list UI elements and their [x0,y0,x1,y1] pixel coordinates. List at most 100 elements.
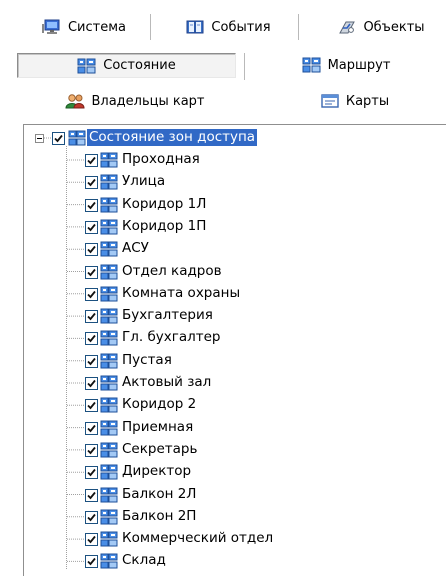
check-icon [87,558,96,566]
zone-checkbox[interactable] [85,154,98,167]
check-icon [87,179,96,187]
zone-checkbox[interactable] [85,332,98,346]
zone-icon [100,308,118,324]
card-icon [320,93,340,109]
system-label: Система [67,19,127,35]
check-icon [87,446,96,455]
objects-button[interactable]: Объекты [325,15,437,39]
zone-checkbox[interactable] [85,198,98,212]
zone-icon [100,353,118,369]
collapse-toggle[interactable] [35,134,44,143]
zone-checkbox[interactable] [85,220,98,234]
zone-icon [100,264,118,280]
card-owners-button[interactable]: Владельцы карт [50,89,220,113]
child-connectors [67,159,84,562]
tree-item-label[interactable]: Отдел кадров [120,263,224,280]
events-button[interactable]: События [173,15,283,39]
tree-item-label[interactable]: Коридор 1П [120,218,208,235]
tree-item-label[interactable]: Актовый зал [120,374,213,391]
tree-item-label[interactable]: Проходная [120,151,202,168]
check-icon [87,268,96,276]
zone-checkbox[interactable] [85,399,98,413]
zone-icon [302,57,322,73]
zone-checkbox[interactable] [85,488,98,502]
app-window: Система События Объекты Состояние Маршру… [0,0,446,576]
access-zone-tree: Состояние зон доступа Проходная Улица Кори… [23,124,446,576]
zone-icon [100,420,118,436]
card-owners-label: Владельцы карт [91,93,205,109]
toolbar-separator [244,53,246,80]
state-button[interactable]: Состояние [17,53,236,78]
zone-checkbox[interactable] [85,466,98,480]
state-label: Состояние [103,58,176,73]
system-button[interactable]: Система [34,15,134,39]
tree-item-label[interactable]: Приемная [120,419,195,436]
zone-checkbox[interactable] [85,421,98,435]
tree-item-label[interactable]: Склад [120,552,168,569]
zone-icon [100,152,118,168]
tree-item-label[interactable]: Коридор 2 [120,396,198,413]
check-icon [87,424,96,432]
check-icon [87,201,96,209]
tree-item-label[interactable]: Балкон 2Л [120,486,198,503]
users-icon [65,93,85,109]
zone-icon [100,397,118,413]
tree-item-label[interactable]: Гл. бухгалтер [120,329,222,346]
zone-checkbox[interactable] [85,377,98,390]
check-icon [87,313,96,321]
zone-checkbox[interactable] [85,310,98,324]
tree-item-label[interactable]: Коммерческий отдел [120,530,275,547]
check-icon [87,469,96,477]
zone-icon [100,375,118,391]
check-icon [87,290,96,299]
tree-item-label[interactable]: Директор [120,463,193,480]
zone-checkbox[interactable] [85,176,98,190]
zone-checkbox[interactable] [85,555,98,569]
tree-item-label[interactable]: Секретарь [120,441,199,458]
zone-icon [100,219,118,235]
toolbar-separator [298,14,300,40]
tree-item-label[interactable]: АСУ [120,240,151,257]
zone-icon [68,130,86,146]
zone-checkbox[interactable] [85,510,98,524]
objects-icon [337,19,357,35]
zone-icon [100,509,118,525]
tree-root-label[interactable]: Состояние зон доступа [87,129,258,146]
zone-icon [100,464,118,480]
zone-icon [100,531,118,547]
zone-icon [100,197,118,213]
check-icon [87,246,96,254]
route-label: Маршрут [327,57,391,73]
zone-icon [77,58,97,74]
check-icon [87,513,96,522]
zone-checkbox[interactable] [85,287,98,301]
tree-item-label[interactable]: Улица [120,173,167,190]
zone-icon [100,487,118,503]
tree-lines [44,137,84,569]
zone-icon [100,553,118,569]
tree-item-label[interactable]: Бухгалтерия [120,307,215,324]
zone-checkbox[interactable] [85,243,98,257]
tree-item-label[interactable]: Коридор 1Л [120,196,208,213]
monitor-icon [41,19,62,35]
tree-item-label[interactable]: Комната охраны [120,285,242,302]
book-icon [185,19,205,35]
root-checkbox[interactable] [52,132,65,145]
tree-item-label[interactable]: Пустая [120,352,174,369]
check-icon [54,134,63,143]
zone-checkbox[interactable] [85,533,98,547]
zone-checkbox[interactable] [85,265,98,279]
toolbar-separator [150,14,152,40]
check-icon [87,402,96,410]
zone-icon [100,174,118,190]
check-icon [87,379,96,388]
zone-checkbox[interactable] [85,443,98,457]
cards-button[interactable]: Карты [312,89,397,113]
check-icon [87,357,96,366]
route-button[interactable]: Маршрут [286,53,406,77]
tree-item-label[interactable]: Балкон 2П [120,508,198,525]
check-icon [87,223,96,232]
zone-icon [100,286,118,302]
events-label: События [211,19,271,35]
zone-checkbox[interactable] [85,354,98,368]
